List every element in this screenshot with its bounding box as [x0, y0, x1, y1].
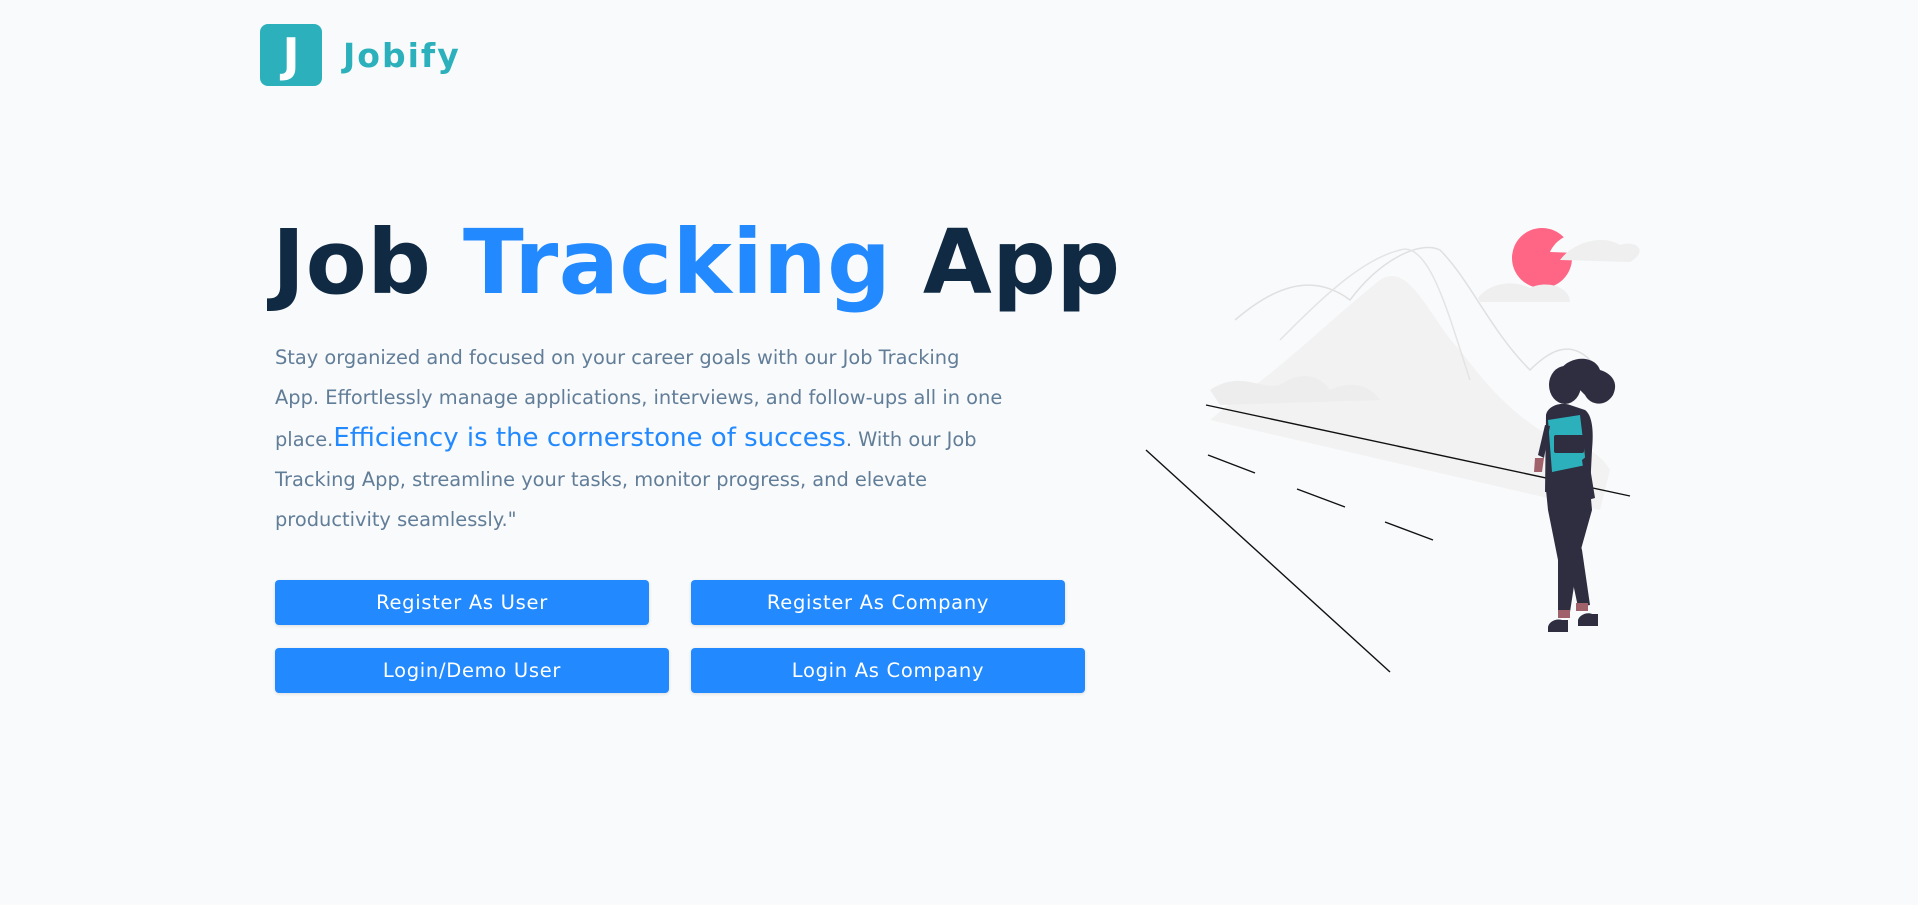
hero-description: Stay organized and focused on your caree… — [275, 338, 1003, 540]
login-company-button[interactable]: Login As Company — [691, 648, 1085, 693]
login-demo-user-button[interactable]: Login/Demo User — [275, 648, 669, 693]
road-line-edge — [1145, 449, 1391, 673]
hero-text-highlight: Efficiency is the cornerstone of success — [333, 423, 846, 453]
hero-title-accent: Tracking — [462, 210, 892, 314]
cloud-icon-left — [1478, 283, 1570, 302]
landing-page: J Jobify Job Tracking App Stay organized… — [0, 0, 1918, 905]
hero-title: Job Tracking App — [272, 210, 1121, 314]
logo-icon: J — [260, 24, 322, 86]
register-user-button[interactable]: Register As User — [275, 580, 649, 625]
road-dash — [1296, 488, 1346, 508]
road-dash — [1207, 454, 1256, 474]
register-company-button[interactable]: Register As Company — [691, 580, 1065, 625]
hero-title-part1: Job — [272, 210, 463, 314]
woman-on-road-illustration — [1145, 228, 1640, 673]
logo[interactable]: J Jobify — [260, 24, 461, 86]
road-dash — [1384, 521, 1434, 541]
hero-title-part2: App — [891, 210, 1121, 314]
logo-text: Jobify — [343, 35, 461, 75]
